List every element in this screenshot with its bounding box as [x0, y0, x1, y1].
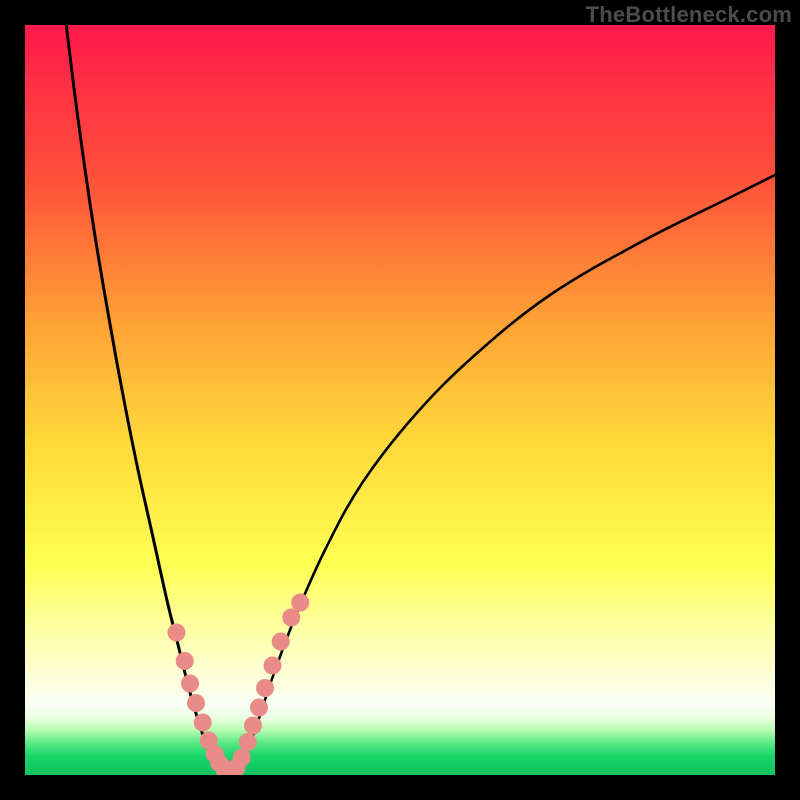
dots-left-point [181, 675, 199, 693]
plot-area [25, 25, 775, 775]
dots-right-point [291, 594, 309, 612]
watermark-text: TheBottleneck.com [586, 2, 792, 28]
dots-left-point [168, 624, 186, 642]
dots-right-point [264, 657, 282, 675]
dots-right-point [256, 679, 274, 697]
dots-left-point [187, 694, 205, 712]
dots-right-point [239, 733, 257, 751]
dots-right-point [250, 699, 268, 717]
dots-right-point [244, 717, 262, 735]
dots-right-point [233, 749, 251, 767]
dots-right-point [272, 633, 290, 651]
gradient-background [25, 25, 775, 775]
chart-frame: TheBottleneck.com [0, 0, 800, 800]
dots-left-point [176, 652, 194, 670]
dots-right-point [282, 609, 300, 627]
chart-svg [25, 25, 775, 775]
dots-left-point [194, 714, 212, 732]
